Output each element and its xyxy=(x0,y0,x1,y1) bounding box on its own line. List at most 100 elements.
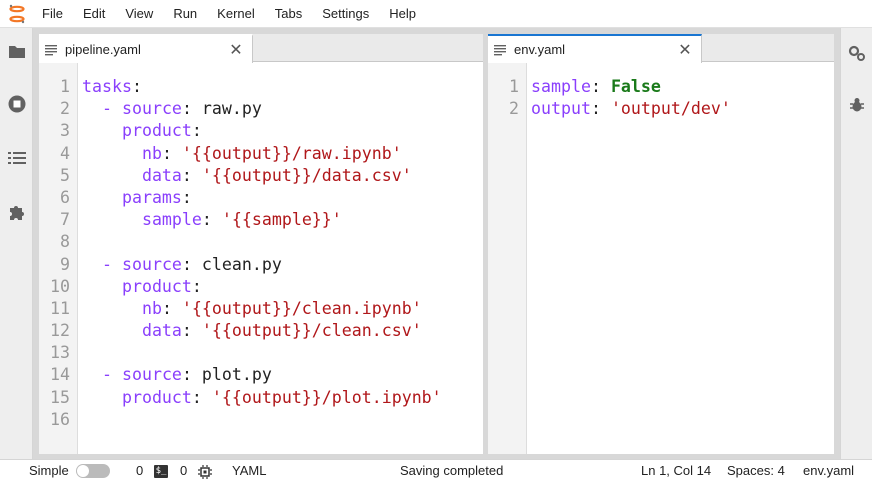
code-line: 6 params: xyxy=(39,187,483,209)
line-number: 2 xyxy=(509,99,519,119)
close-icon[interactable]: ✕ xyxy=(226,40,246,60)
editor-panel-pipeline: pipeline.yaml ✕ 1 tasks: 2 - source: raw.p… xyxy=(39,34,483,454)
tab-bar: pipeline.yaml ✕ xyxy=(39,34,483,63)
code-line: 1 tasks: xyxy=(39,76,483,98)
code-line: 2 output: 'output/dev' xyxy=(488,98,834,120)
line-content: nb: '{{output}}/clean.ipynb' xyxy=(70,298,422,320)
code-token: source xyxy=(121,365,182,385)
property-inspector-gears-icon[interactable] xyxy=(846,42,868,64)
left-sidebar xyxy=(0,28,33,459)
line-number: 14 xyxy=(50,365,70,385)
line-content: - source: plot.py xyxy=(70,364,272,386)
puzzle-icon[interactable] xyxy=(6,201,28,223)
line-content: output: 'output/dev' xyxy=(519,98,731,120)
kernels-count: 0 xyxy=(180,463,188,478)
menu-edit[interactable]: Edit xyxy=(73,0,115,28)
code-line: 11 nb: '{{output}}/clean.ipynb' xyxy=(39,298,483,320)
code-token: nb xyxy=(141,298,162,318)
line-number: 13 xyxy=(50,343,70,363)
menubar: File Edit View Run Kernel Tabs Settings … xyxy=(0,0,872,28)
current-filename: env.yaml xyxy=(803,463,855,478)
menu-kernel[interactable]: Kernel xyxy=(207,0,265,28)
line-number: 4 xyxy=(60,143,70,163)
code-line: 15 product: '{{output}}/plot.ipynb' xyxy=(39,387,483,409)
code-editor[interactable]: 1 tasks: 2 - source: raw.py 3 product: 4 nb:… xyxy=(39,63,483,454)
stop-circle-icon[interactable] xyxy=(6,93,28,115)
main-dock-area: pipeline.yaml ✕ 1 tasks: 2 - source: raw.p… xyxy=(33,28,840,459)
line-content: product: xyxy=(70,276,202,298)
code-lines: 1 tasks: 2 - source: raw.py 3 product: 4 nb:… xyxy=(39,76,483,431)
code-token: source xyxy=(121,254,182,274)
menu-run[interactable]: Run xyxy=(163,0,207,28)
line-number: 6 xyxy=(60,187,70,207)
code-token: '{{output}}/clean.csv' xyxy=(201,321,422,341)
tab-env-yaml[interactable]: env.yaml ✕ xyxy=(488,34,702,63)
terminal-icon[interactable]: $_ xyxy=(154,465,168,478)
code-token: : xyxy=(131,77,142,96)
code-token: : xyxy=(181,187,192,207)
code-line: 16 xyxy=(39,409,483,431)
code-token: : xyxy=(191,387,212,407)
code-token: : raw.py xyxy=(181,99,262,119)
code-line: 8 xyxy=(39,231,483,253)
line-content: data: '{{output}}/data.csv' xyxy=(70,165,412,187)
line-number: 1 xyxy=(60,77,70,96)
line-number: 5 xyxy=(60,165,70,185)
line-content xyxy=(70,231,82,253)
line-number: 7 xyxy=(60,210,70,230)
text-file-icon xyxy=(494,43,508,57)
code-token: : xyxy=(191,276,202,296)
line-content: data: '{{output}}/clean.csv' xyxy=(70,320,422,342)
code-lines: 1 sample: False 2 output: 'output/dev' xyxy=(488,76,834,120)
code-token: - xyxy=(101,99,112,119)
code-token: output xyxy=(531,99,591,119)
menu-settings[interactable]: Settings xyxy=(312,0,379,28)
code-token: 'output/dev' xyxy=(610,99,731,119)
code-token: source xyxy=(121,99,182,119)
kernel-chip-icon[interactable] xyxy=(198,464,212,481)
list-icon[interactable] xyxy=(6,147,28,169)
line-content: params: xyxy=(70,187,192,209)
debugger-bug-icon[interactable] xyxy=(846,94,868,116)
cursor-position[interactable]: Ln 1, Col 14 xyxy=(641,460,711,481)
line-number: 9 xyxy=(60,254,70,274)
menu-help[interactable]: Help xyxy=(379,0,426,28)
code-token: data xyxy=(141,321,182,341)
language-mode[interactable]: YAML xyxy=(232,460,266,481)
code-editor[interactable]: 1 sample: False 2 output: 'output/dev' xyxy=(488,63,834,454)
editor-panel-env: env.yaml ✕ 1 sample: False 2 output: 'outpu… xyxy=(488,34,834,454)
code-token: sample xyxy=(141,210,202,230)
code-line: 9 - source: clean.py xyxy=(39,254,483,276)
code-token: : xyxy=(181,165,202,185)
line-content: sample: False xyxy=(519,76,661,98)
code-token: : xyxy=(181,321,202,341)
line-number: 3 xyxy=(60,121,70,141)
code-token: : xyxy=(161,298,182,318)
line-number: 15 xyxy=(50,387,70,407)
indent-spaces[interactable]: Spaces: 4 xyxy=(727,460,785,481)
status-message: Saving completed xyxy=(400,463,504,478)
simple-mode-toggle[interactable] xyxy=(76,464,110,478)
line-content: nb: '{{output}}/raw.ipynb' xyxy=(70,143,402,165)
code-line: 10 product: xyxy=(39,276,483,298)
tab-pipeline-yaml[interactable]: pipeline.yaml ✕ xyxy=(39,34,253,63)
code-line: 7 sample: '{{sample}}' xyxy=(39,209,483,231)
folder-icon[interactable] xyxy=(6,40,28,62)
close-icon[interactable]: ✕ xyxy=(675,40,695,60)
line-number: 2 xyxy=(60,99,70,119)
code-token: : xyxy=(191,121,202,141)
code-token: : xyxy=(590,77,611,96)
menu-file[interactable]: File xyxy=(34,0,73,28)
code-token: params xyxy=(121,187,182,207)
code-token: product xyxy=(121,121,192,141)
menu-tabs[interactable]: Tabs xyxy=(265,0,312,28)
simple-mode-label: Simple xyxy=(29,463,69,478)
menu-view[interactable]: View xyxy=(115,0,163,28)
